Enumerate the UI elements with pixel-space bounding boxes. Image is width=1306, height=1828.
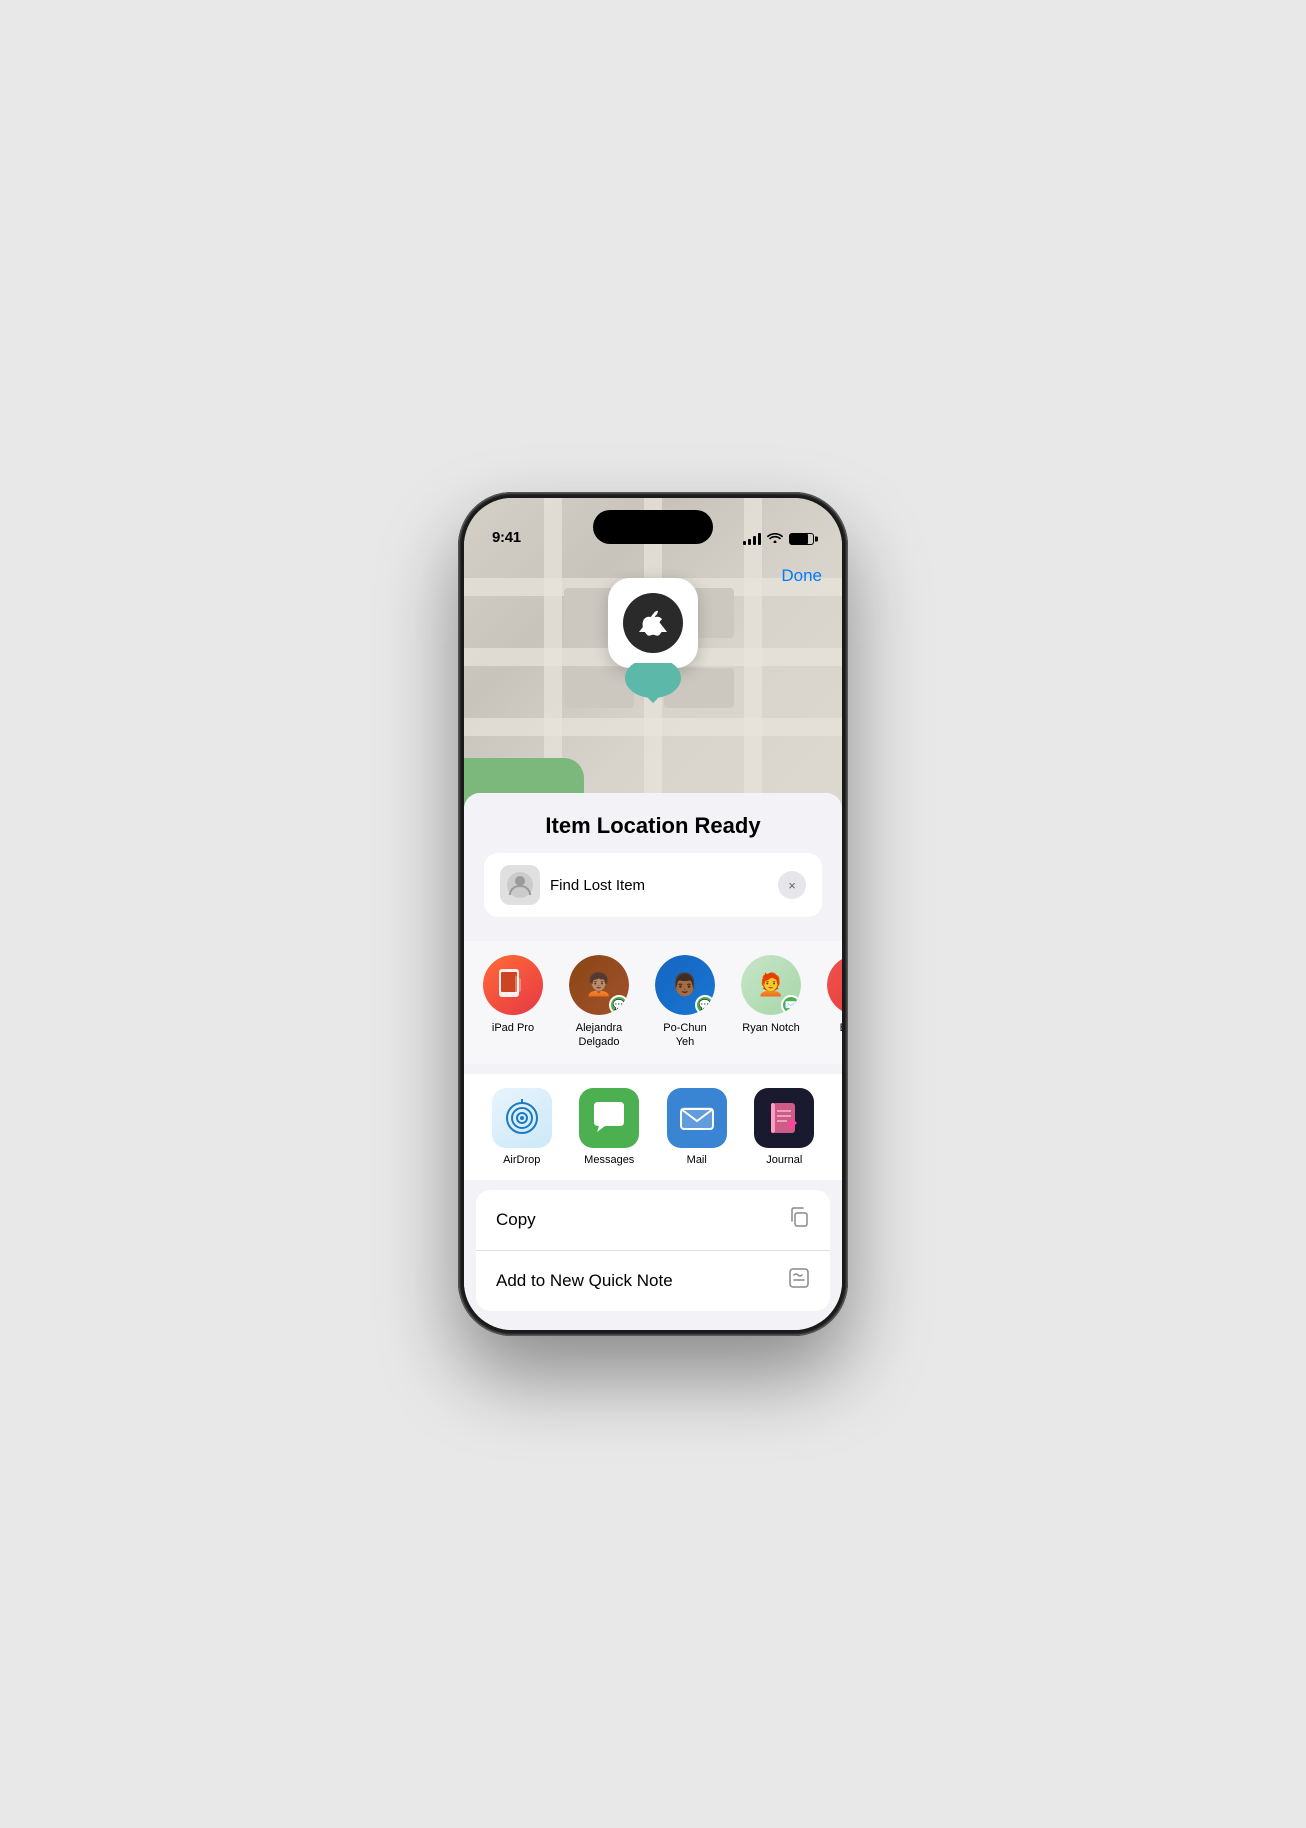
find-lost-item-label: Find Lost Item	[550, 877, 645, 894]
find-item-icon	[500, 865, 540, 905]
contacts-row: iPad Pro 🧑🏽‍🦱 💬 AlejandraDelgado 👨	[478, 955, 842, 1050]
mail-icon	[667, 1088, 727, 1148]
phone-device: 9:41	[458, 492, 848, 1336]
messages-label: Messages	[584, 1154, 634, 1166]
alejandra-msg-badge: 💬	[609, 995, 629, 1015]
ryan-msg-badge: ✉️	[781, 995, 801, 1015]
apps-section: AirDrop Messages	[464, 1074, 842, 1180]
airdrop-icon	[492, 1088, 552, 1148]
contact-pochun[interactable]: 👨🏾 💬 Po-ChunYeh	[650, 955, 720, 1050]
share-close-button[interactable]: ×	[778, 871, 806, 899]
copy-action[interactable]: Copy	[476, 1190, 830, 1250]
quick-note-icon	[788, 1267, 810, 1295]
quick-note-action[interactable]: Add to New Quick Note	[476, 1250, 830, 1311]
mail-label: Mail	[687, 1154, 707, 1166]
app-journal[interactable]: Journal	[749, 1088, 819, 1166]
alejandra-name: AlejandraDelgado	[576, 1021, 622, 1050]
app-airdrop[interactable]: AirDrop	[487, 1088, 557, 1166]
actions-section: Copy Add to New Quick Note	[476, 1190, 830, 1311]
ipad-pro-avatar	[483, 955, 543, 1015]
app-messages[interactable]: Messages	[574, 1088, 644, 1166]
airtag-icon	[608, 578, 698, 668]
signal-icon	[743, 533, 761, 545]
phone-screen: 9:41	[464, 498, 842, 1330]
airdrop-label: AirDrop	[503, 1154, 540, 1166]
status-icons	[743, 531, 814, 546]
ipad-pro-name: iPad Pro	[492, 1021, 534, 1035]
pochun-msg-badge: 💬	[695, 995, 715, 1015]
contact-alejandra[interactable]: 🧑🏽‍🦱 💬 AlejandraDelgado	[564, 955, 634, 1050]
pochun-avatar: 👨🏾 💬	[655, 955, 715, 1015]
ryan-name: Ryan Notch	[742, 1021, 799, 1035]
buena-name: Buen...	[840, 1021, 842, 1035]
journal-label: Journal	[766, 1154, 802, 1166]
dynamic-island	[593, 510, 713, 544]
ryan-avatar: 🧑‍🦰 ✉️	[741, 955, 801, 1015]
share-sheet: Item Location Ready Find Lost Item	[464, 793, 842, 1330]
journal-icon	[754, 1088, 814, 1148]
copy-label: Copy	[496, 1210, 536, 1230]
app-mail[interactable]: Mail	[662, 1088, 732, 1166]
alejandra-avatar: 🧑🏽‍🦱 💬	[569, 955, 629, 1015]
copy-icon	[788, 1206, 810, 1234]
pochun-name: Po-ChunYeh	[663, 1021, 706, 1050]
share-app-info: Find Lost Item	[500, 865, 645, 905]
share-app-row: Find Lost Item ×	[484, 853, 822, 917]
share-sheet-title: Item Location Ready	[484, 813, 822, 839]
status-time: 9:41	[492, 529, 521, 546]
messages-icon	[579, 1088, 639, 1148]
quick-note-label: Add to New Quick Note	[496, 1271, 673, 1291]
share-header: Item Location Ready Find Lost Item	[464, 793, 842, 941]
apps-row: AirDrop Messages	[478, 1088, 828, 1166]
done-button[interactable]: Done	[781, 566, 822, 586]
contacts-section: iPad Pro 🧑🏽‍🦱 💬 AlejandraDelgado 👨	[464, 941, 842, 1064]
buena-avatar: 5	[827, 955, 842, 1015]
wifi-icon	[767, 531, 783, 546]
airtag-pin	[608, 578, 698, 703]
contact-buena[interactable]: 5 Buen...	[822, 955, 842, 1050]
contact-ipad-pro[interactable]: iPad Pro	[478, 955, 548, 1050]
battery-icon	[789, 533, 814, 545]
contact-ryan[interactable]: 🧑‍🦰 ✉️ Ryan Notch	[736, 955, 806, 1050]
